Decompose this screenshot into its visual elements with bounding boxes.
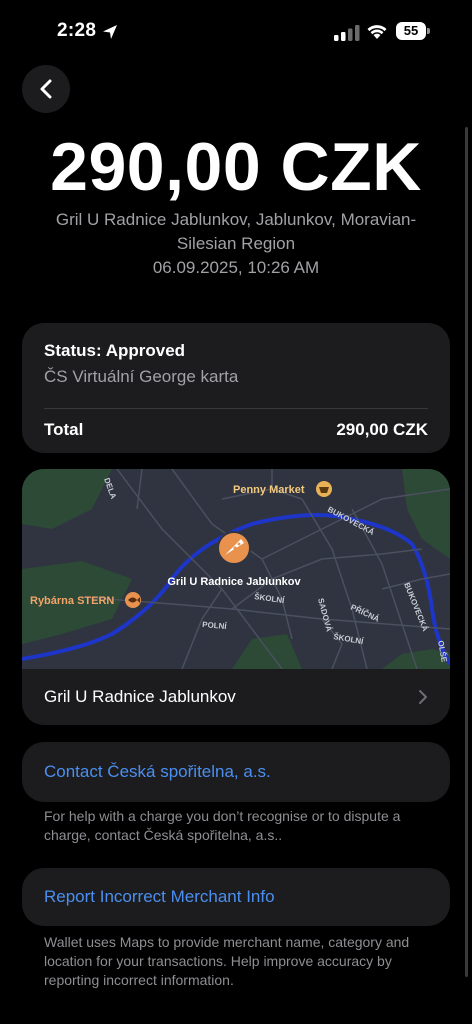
contact-card[interactable]: Contact Česká spořitelna, a.s. [22, 742, 450, 802]
divider [44, 408, 428, 409]
total-label: Total [44, 420, 84, 439]
back-button[interactable] [22, 65, 70, 113]
transaction-datetime: 06.09.2025, 10:26 AM [152, 258, 320, 277]
total-value: 290,00 CZK [336, 420, 428, 439]
status-card: Status: Approved ČS Virtuální George kar… [22, 323, 450, 453]
scroll-indicator[interactable] [465, 127, 468, 977]
location-arrow-icon [103, 25, 117, 39]
battery-level: 55 [396, 22, 426, 40]
wallet-note: Wallet uses Maps to provide merchant nam… [44, 934, 410, 988]
chevron-left-icon [40, 79, 52, 99]
wifi-icon [367, 25, 387, 39]
contact-bank-link[interactable]: Contact Česká spořitelna, a.s. [44, 762, 271, 782]
battery-indicator: 55 [396, 22, 430, 40]
transaction-amount: 290,00 CZK [50, 129, 422, 205]
chevron-right-icon [419, 690, 427, 704]
status-time: 2:28 [57, 20, 97, 41]
map-pin-label: Gril U Radnice Jablunkov [167, 576, 301, 588]
merchant-row[interactable]: Gril U Radnice Jablunkov [22, 669, 450, 725]
status-bar: 2:28 55 [0, 0, 472, 62]
report-merchant-link[interactable]: Report Incorrect Merchant Info [44, 887, 275, 907]
dispute-help-text: For help with a charge you don’t recogni… [44, 808, 401, 843]
merchant-row-label: Gril U Radnice Jablunkov [44, 687, 236, 706]
cellular-signal-icon [334, 25, 360, 41]
card-name: ČS Virtuální George karta [44, 367, 239, 386]
map-poi-rybarna[interactable]: Rybárna STERN [30, 595, 114, 607]
battery-tip [427, 28, 430, 34]
map-poi-penny-market[interactable]: Penny Market [233, 484, 305, 496]
status-label: Status: Approved [44, 341, 186, 360]
map-card[interactable]: DELA BUKOVECKÁ BUKOVECKÁ ŠKOLNÍ POLNÍ SA… [22, 469, 450, 725]
report-card[interactable]: Report Incorrect Merchant Info [22, 868, 450, 926]
merchant-map[interactable]: DELA BUKOVECKÁ BUKOVECKÁ ŠKOLNÍ POLNÍ SA… [22, 469, 450, 669]
merchant-address: Gril U Radnice Jablunkov, Jablunkov, Mor… [55, 210, 417, 253]
